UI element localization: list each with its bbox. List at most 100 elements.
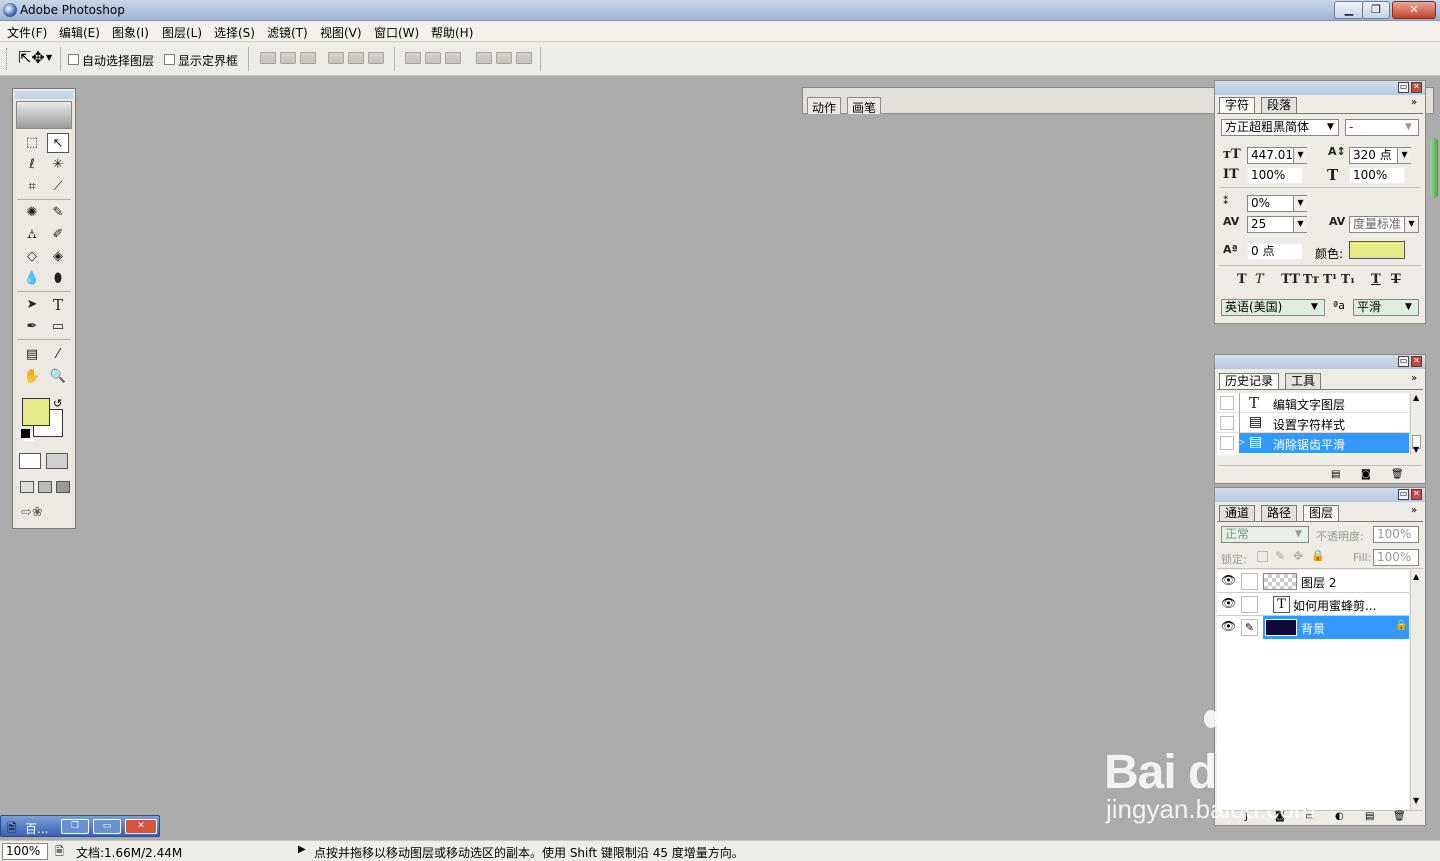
close-button[interactable]: ✕	[1392, 1, 1436, 19]
subscript-icon[interactable]: T₁	[1341, 272, 1355, 286]
history-brush-source-checkbox[interactable]	[1220, 396, 1234, 410]
foreground-color-swatch[interactable]	[22, 398, 50, 426]
history-brush-tool-icon[interactable]: ✐	[47, 225, 69, 245]
lock-image-icon[interactable]: ✎	[1275, 549, 1285, 563]
well-tab-brushes[interactable]: 画笔	[847, 97, 882, 115]
tool-preset-dropdown-icon[interactable]: ▼	[46, 53, 52, 62]
new-snapshot-icon[interactable]: ◙	[1361, 469, 1371, 480]
distribute-right-icon[interactable]	[516, 52, 532, 64]
zoom-input[interactable]: 100%	[2, 843, 48, 860]
tab-tool-presets[interactable]: 工具	[1285, 373, 1322, 389]
align-right-icon[interactable]	[368, 52, 384, 64]
panel-minimize-button[interactable]: ▭	[1398, 489, 1409, 500]
new-document-from-state-icon[interactable]: ▤	[1331, 469, 1340, 480]
faux-italic-icon[interactable]: T	[1255, 272, 1264, 287]
history-brush-source-checkbox[interactable]	[1220, 436, 1234, 450]
chevron-up-icon[interactable]: ▲	[1413, 393, 1419, 402]
list-item[interactable]: ▷ ▤ 消除锯齿平滑	[1217, 433, 1409, 453]
status-menu-arrow-icon[interactable]: ▶	[298, 844, 306, 855]
chevron-down-icon[interactable]: ▼	[1293, 148, 1307, 163]
baseline-shift-input[interactable]: 0 点	[1247, 243, 1303, 260]
marquee-tool-icon[interactable]: ⬚	[21, 133, 43, 153]
lasso-tool-icon[interactable]: ℓ	[21, 155, 43, 175]
menu-layer[interactable]: 图层(L)	[162, 24, 202, 41]
quick-mask-icon[interactable]	[46, 453, 68, 469]
path-selection-tool-icon[interactable]: ➤	[21, 295, 43, 315]
menu-help[interactable]: 帮助(H)	[431, 24, 473, 41]
panel-close-button[interactable]: ✕	[1411, 82, 1422, 93]
lock-position-icon[interactable]: ✥	[1293, 549, 1303, 563]
jump-to-imageready-icon[interactable]: ⇨❀	[21, 505, 67, 521]
tab-character[interactable]: 字符	[1219, 97, 1256, 113]
trash-icon[interactable]: 🗑	[1393, 811, 1406, 822]
list-item[interactable]: T 编辑文字图层	[1217, 393, 1409, 413]
paint-bucket-tool-icon[interactable]: ◈	[47, 247, 69, 267]
slice-tool-icon[interactable]: ⟋	[47, 177, 69, 197]
eye-icon[interactable]: 👁	[1221, 619, 1236, 633]
paintbrush-icon[interactable]: ✎	[1241, 619, 1258, 636]
healing-brush-tool-icon[interactable]: ✺	[21, 203, 43, 223]
show-bounds-checkbox[interactable]	[164, 54, 175, 65]
lock-transparency-icon[interactable]	[1257, 551, 1268, 562]
tab-layers[interactable]: 图层	[1303, 505, 1340, 521]
history-scrollbar[interactable]: ▲ ▼	[1410, 393, 1422, 455]
list-item[interactable]: ▤ 设置字符样式	[1217, 413, 1409, 433]
chevron-down-icon[interactable]: ▼	[1413, 796, 1419, 805]
chevron-down-icon[interactable]: ▼	[1293, 217, 1307, 232]
vertical-scale-input[interactable]: 100%	[1247, 167, 1303, 184]
distribute-left-icon[interactable]	[476, 52, 492, 64]
screen-mode-standard-icon[interactable]	[20, 481, 34, 493]
strikethrough-icon[interactable]: T	[1391, 272, 1401, 287]
superscript-icon[interactable]: T¹	[1323, 272, 1337, 286]
shape-tool-icon[interactable]: ▭	[47, 317, 69, 337]
tab-paragraph[interactable]: 段落	[1261, 97, 1298, 113]
align-left-icon[interactable]	[328, 52, 344, 64]
align-vcenter-icon[interactable]	[280, 52, 296, 64]
well-tab-actions[interactable]: 动作	[807, 97, 842, 115]
zoom-tool-icon[interactable]: 🔍	[47, 367, 69, 387]
panel-menu-icon[interactable]: »	[1411, 505, 1417, 516]
magic-wand-tool-icon[interactable]: ✳	[47, 155, 69, 175]
layers-panel-header[interactable]	[1215, 488, 1425, 502]
eraser-tool-icon[interactable]: ◇	[21, 247, 43, 267]
layer-row[interactable]: 👁 T 如何用蜜蜂剪...	[1217, 593, 1409, 616]
layers-scrollbar[interactable]: ▲ ▼	[1410, 570, 1422, 810]
tab-paths[interactable]: 路径	[1261, 505, 1298, 521]
standard-mode-icon[interactable]	[19, 453, 41, 469]
new-layer-icon[interactable]: ▤	[1365, 811, 1374, 822]
character-panel-header[interactable]	[1215, 81, 1425, 95]
text-color-swatch[interactable]	[1349, 241, 1405, 259]
opacity-input[interactable]: 100%	[1373, 526, 1419, 543]
screen-mode-menubar-icon[interactable]	[38, 481, 52, 493]
faux-bold-icon[interactable]: T	[1237, 272, 1247, 287]
all-caps-icon[interactable]: TT	[1281, 272, 1300, 287]
restore-button[interactable]: ❐	[1362, 1, 1390, 19]
horizontal-scale-input[interactable]: 100%	[1349, 167, 1405, 184]
hand-tool-icon[interactable]: ✋	[21, 367, 43, 387]
distribute-bottom-icon[interactable]	[445, 52, 461, 64]
eyedropper-tool-icon[interactable]: ⁄	[47, 345, 69, 365]
panel-dock-scroll-indicator[interactable]	[1430, 138, 1438, 198]
chevron-down-icon[interactable]: ▼	[1404, 217, 1418, 232]
align-top-icon[interactable]	[260, 52, 276, 64]
type-tool-icon[interactable]: T	[47, 295, 69, 315]
menu-edit[interactable]: 编辑(E)	[59, 24, 100, 41]
panel-close-button[interactable]: ✕	[1411, 356, 1422, 367]
history-panel-header[interactable]	[1215, 355, 1425, 369]
panel-menu-icon[interactable]: »	[1411, 97, 1417, 108]
distribute-vcenter-icon[interactable]	[425, 52, 441, 64]
layer-row[interactable]: 👁 图层 2	[1217, 570, 1409, 593]
minimize-button[interactable]: ▁	[1334, 1, 1364, 19]
eye-icon[interactable]: 👁	[1221, 573, 1236, 587]
menu-window[interactable]: 窗口(W)	[374, 24, 419, 41]
panel-minimize-button[interactable]: ▭	[1398, 82, 1409, 93]
move-tool-icon[interactable]: ↖	[47, 133, 69, 153]
menu-filter[interactable]: 滤镜(T)	[267, 24, 308, 41]
toolbox-header[interactable]	[15, 91, 73, 99]
brush-tool-icon[interactable]: ✎	[47, 203, 69, 223]
panel-menu-icon[interactable]: »	[1411, 373, 1417, 384]
photoshop-logo[interactable]	[16, 101, 72, 129]
fill-input[interactable]: 100%	[1373, 549, 1419, 566]
layer-link-box[interactable]	[1241, 596, 1258, 613]
panel-minimize-button[interactable]: ▭	[1398, 356, 1409, 367]
